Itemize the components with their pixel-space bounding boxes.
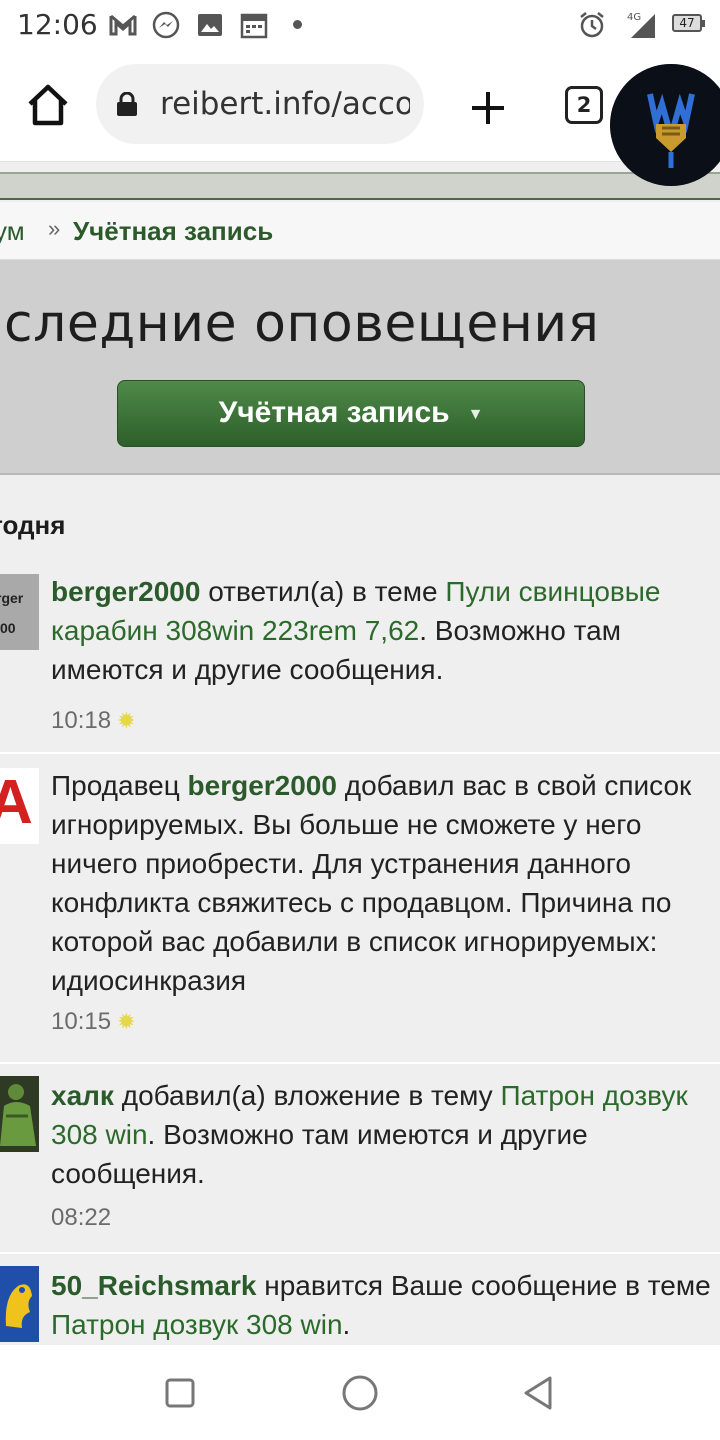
status-bar: 12:06 4G 47 <box>0 0 720 50</box>
avatar[interactable] <box>0 1076 39 1152</box>
avatar-text-line2: 00 <box>0 620 16 636</box>
home-icon <box>28 84 68 126</box>
notification-text: 50_Reichsmark нравится Ваше сообщение в … <box>51 1266 720 1344</box>
home-nav-button[interactable] <box>340 1373 380 1413</box>
square-icon <box>165 1378 195 1408</box>
notification-text-part: Продавец <box>51 770 188 801</box>
notification-text-part: добавил(а) вложение в тему <box>113 1080 501 1111</box>
new-sparkle-icon: ✹ <box>117 708 136 733</box>
page-title: следние оповещения <box>4 294 600 354</box>
messenger-icon <box>151 10 181 40</box>
profile-emblem-icon <box>610 64 720 186</box>
signal-4g-icon: 4G <box>617 10 657 40</box>
notification-text-part: нравится Ваше сообщение в теме <box>256 1270 711 1301</box>
avatar[interactable]: rger 00 <box>0 574 39 650</box>
notification-time-text: 08:22 <box>51 1204 112 1231</box>
circle-icon <box>342 1375 378 1411</box>
notification-item: rger 00 berger2000 ответил(а) в теме Пул… <box>0 562 720 754</box>
account-menu-label: Учётная запись <box>218 396 450 429</box>
profile-avatar[interactable] <box>610 64 720 186</box>
notification-text-part: . <box>342 1309 351 1340</box>
avatar-letter: A <box>0 768 33 837</box>
account-menu-button[interactable]: Учётная запись ▼ <box>117 380 585 447</box>
more-notifications-dot <box>293 20 302 29</box>
notification-thread-link[interactable]: Патрон дозвук 308 win <box>51 1309 343 1340</box>
back-button[interactable] <box>518 1373 558 1413</box>
notification-username-link[interactable]: халк <box>51 1080 114 1111</box>
notification-time: 10:15 ✹ <box>51 1008 136 1036</box>
notification-time-text: 10:18 <box>51 707 112 734</box>
new-sparkle-icon: ✹ <box>117 1009 136 1034</box>
gallery-icon <box>197 10 223 40</box>
breadcrumb: ум » Учётная запись <box>0 202 720 260</box>
lion-emblem-icon <box>0 1266 39 1342</box>
notification-time: 08:22 <box>51 1204 111 1232</box>
page-header: следние оповещения Учётная запись ▼ <box>0 260 720 475</box>
notification-username-link[interactable]: 50_Reichsmark <box>51 1270 256 1301</box>
breadcrumb-separator: » <box>48 216 61 241</box>
notification-time-text: 10:15 <box>51 1008 112 1035</box>
notification-username-link[interactable]: berger2000 <box>188 770 337 801</box>
svg-text:4G: 4G <box>627 12 641 23</box>
status-time: 12:06 <box>17 8 98 41</box>
battery-icon: 47 <box>672 14 705 32</box>
breadcrumb-account-link[interactable]: Учётная запись <box>73 216 273 247</box>
notification-item: A Продавец berger2000 добавил вас в свой… <box>0 754 720 1064</box>
notification-item: 50_Reichsmark нравится Ваше сообщение в … <box>0 1254 720 1345</box>
address-bar[interactable]: reibert.info/account/alerts <box>96 64 424 144</box>
notification-text-part: ответил(а) в теме <box>200 576 446 607</box>
notification-item: халк добавил(а) вложение в тему Патрон д… <box>0 1064 720 1254</box>
section-heading-today: годня <box>0 510 66 540</box>
site-header-strip <box>0 172 720 200</box>
breadcrumb-forum-link[interactable]: ум <box>0 216 25 247</box>
recents-button[interactable] <box>160 1373 200 1413</box>
alarm-icon <box>578 10 606 40</box>
system-navigation-bar <box>0 1345 720 1440</box>
notification-text-part: добавил вас в свой список игнорируемых. … <box>51 770 692 996</box>
avatar[interactable]: A <box>0 768 39 844</box>
avatar-text-line1: rger <box>0 590 24 606</box>
tab-switcher-button[interactable]: 2 <box>565 86 603 124</box>
avatar[interactable] <box>0 1266 39 1342</box>
home-button[interactable] <box>24 82 72 128</box>
notification-text: berger2000 ответил(а) в теме Пули свинцо… <box>51 572 720 689</box>
hulk-avatar-icon <box>0 1076 39 1152</box>
lock-icon <box>117 92 137 116</box>
notification-text: халк добавил(а) вложение в тему Патрон д… <box>51 1076 720 1193</box>
plus-icon <box>472 92 504 124</box>
gmail-icon <box>108 10 138 40</box>
page-content: ум » Учётная запись следние оповещения У… <box>0 162 720 1345</box>
notification-time: 10:18 ✹ <box>51 707 136 735</box>
url-text[interactable]: reibert.info/account/alerts <box>160 86 410 122</box>
calendar-icon <box>240 10 268 40</box>
new-tab-button[interactable] <box>466 86 510 130</box>
chevron-down-icon: ▼ <box>467 405 484 423</box>
back-triangle-icon <box>524 1376 552 1410</box>
notification-username-link[interactable]: berger2000 <box>51 576 200 607</box>
notification-text: Продавец berger2000 добавил вас в свой с… <box>51 766 720 1000</box>
